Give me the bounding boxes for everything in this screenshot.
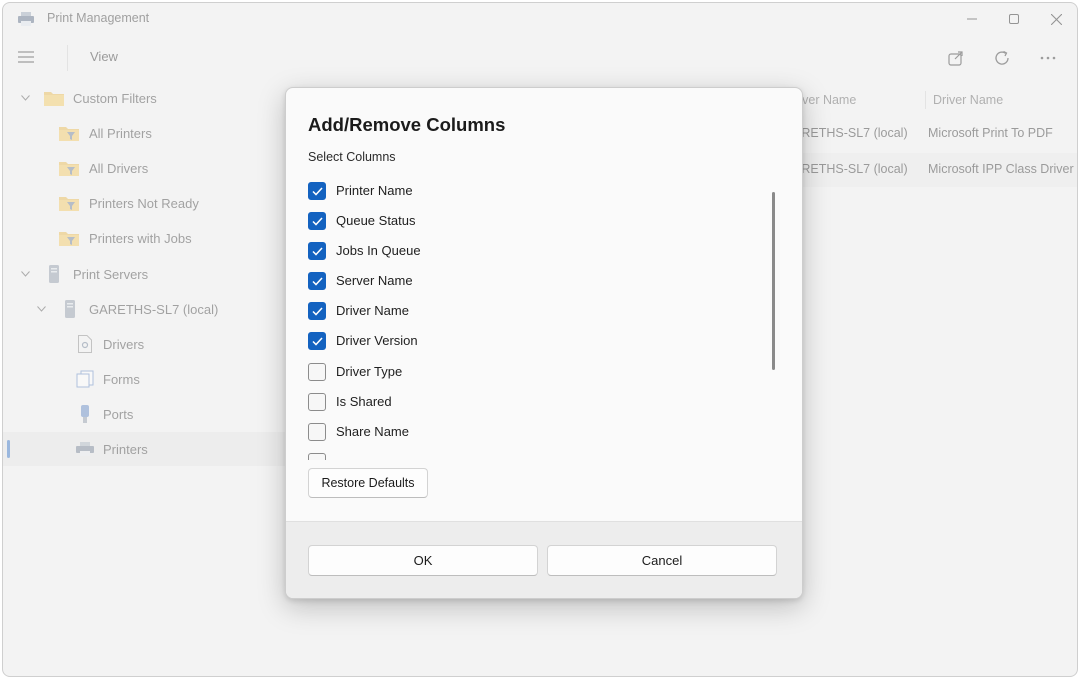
checkbox-unchecked-icon[interactable] [308, 363, 326, 381]
dialog-subtitle: Select Columns [308, 150, 396, 164]
view-menu[interactable]: View [90, 49, 118, 64]
tree-item-label: Forms [103, 371, 140, 387]
filter-folder-icon [59, 159, 79, 177]
tree-item-label: Printers Not Ready [89, 195, 199, 211]
checkbox-is-shared[interactable]: Is Shared [306, 387, 746, 417]
checkbox-share-name[interactable]: Share Name [306, 417, 746, 447]
folder-icon [44, 89, 64, 107]
tree-item-forms[interactable]: Forms [3, 362, 288, 396]
checkbox-checked-icon[interactable] [308, 302, 326, 320]
checkbox-label: Jobs In Queue [336, 243, 421, 258]
checkbox-printer-name[interactable]: Printer Name [306, 176, 746, 206]
tree-item-custom-filters[interactable]: Custom Filters [3, 81, 288, 115]
forms-icon [75, 370, 95, 388]
chevron-down-icon[interactable] [35, 303, 47, 315]
printer-app-icon [18, 12, 34, 26]
cancel-button[interactable]: Cancel [547, 545, 777, 576]
tree-item-printers-not-ready[interactable]: Printers Not Ready [3, 186, 288, 220]
tree-item-label: Custom Filters [73, 90, 157, 106]
export-list-icon[interactable] [943, 45, 969, 71]
refresh-icon[interactable] [989, 45, 1015, 71]
checkbox-jobs-in-queue[interactable]: Jobs In Queue [306, 236, 746, 266]
command-separator [67, 45, 68, 71]
title-bar: Print Management [3, 3, 1077, 35]
checkbox-label: Driver Name [336, 303, 409, 318]
cell-driver-name: Microsoft Print To PDF [928, 126, 1053, 140]
driver-icon [75, 335, 95, 353]
add-remove-columns-dialog: Add/Remove Columns Select Columns Printe… [285, 87, 803, 599]
restore-defaults-button[interactable]: Restore Defaults [308, 468, 428, 498]
checkbox-driver-name[interactable]: Driver Name [306, 296, 746, 326]
tree-item-label: Print Servers [73, 266, 149, 282]
checkbox-server-name[interactable]: Server Name [306, 266, 746, 296]
server-icon [44, 265, 64, 283]
window-title: Print Management [47, 11, 150, 25]
more-options-icon[interactable] [1035, 45, 1061, 71]
minimize-button[interactable] [951, 6, 993, 32]
tree-item-label: Printers with Jobs [89, 230, 192, 246]
checkbox-label: Driver Type [336, 364, 403, 379]
checkbox-checked-icon[interactable] [308, 332, 326, 350]
list-scrollbar[interactable] [772, 192, 775, 370]
column-divider[interactable] [925, 91, 926, 109]
print-management-window: Print Management View Custom Filters All… [2, 2, 1078, 677]
checkbox-unchecked-icon[interactable] [308, 423, 326, 441]
tree-item-label: Printers [103, 441, 148, 457]
tree-item-label: All Printers [89, 125, 152, 141]
filter-folder-icon [59, 124, 79, 142]
tree-item-label: Drivers [103, 336, 145, 352]
server-icon [60, 300, 80, 318]
checkbox-label: Printer Name [336, 183, 413, 198]
printer-icon [75, 440, 95, 458]
tree-item-local-server[interactable]: GARETHS-SL7 (local) [3, 292, 288, 326]
tree-item-ports[interactable]: Ports [3, 397, 288, 431]
ok-button[interactable]: OK [308, 545, 538, 576]
maximize-button[interactable] [993, 6, 1035, 32]
tree-item-printers[interactable]: Printers [3, 432, 288, 466]
checkbox-driver-type[interactable]: Driver Type [306, 357, 746, 387]
checkbox-label: Driver Version [336, 333, 418, 348]
tree-item-print-servers[interactable]: Print Servers [3, 257, 288, 291]
dialog-title: Add/Remove Columns [308, 114, 506, 135]
filter-folder-icon [59, 194, 79, 212]
tree-item-drivers[interactable]: Drivers [3, 327, 288, 361]
column-header-driver-name[interactable]: Driver Name [933, 85, 1003, 115]
checkbox-unchecked-icon[interactable] [308, 393, 326, 411]
tree-item-label: GARETHS-SL7 (local) [89, 301, 219, 317]
column-checkbox-list: Printer Name Queue Status Jobs In Queue … [306, 176, 756, 460]
checkbox-label: Server Name [336, 273, 413, 288]
navigation-tree: Custom Filters All Printers All Drivers … [3, 79, 288, 479]
chevron-down-icon[interactable] [19, 92, 31, 104]
checkbox-driver-version[interactable]: Driver Version [306, 326, 746, 356]
command-bar: View [3, 37, 1077, 77]
close-button[interactable] [1035, 6, 1077, 32]
tree-item-all-printers[interactable]: All Printers [3, 116, 288, 150]
hamburger-menu-icon[interactable] [15, 46, 37, 68]
checkbox-checked-icon[interactable] [308, 212, 326, 230]
tree-item-label: All Drivers [89, 160, 149, 176]
cell-driver-name: Microsoft IPP Class Driver [928, 162, 1074, 176]
chevron-down-icon[interactable] [19, 268, 31, 280]
filter-folder-icon [59, 229, 79, 247]
cell-server-name: ARETHS-SL7 (local) [793, 126, 908, 140]
checkbox-label: Share Name [336, 424, 409, 439]
checkbox-unchecked-icon[interactable] [308, 453, 326, 460]
cell-server-name: ARETHS-SL7 (local) [793, 162, 908, 176]
checkbox-partially-visible[interactable] [306, 447, 746, 460]
dialog-footer: OK Cancel [286, 521, 802, 598]
tree-item-printers-with-jobs[interactable]: Printers with Jobs [3, 221, 288, 255]
checkbox-checked-icon[interactable] [308, 272, 326, 290]
tree-item-label: Ports [103, 406, 134, 422]
tree-item-all-drivers[interactable]: All Drivers [3, 151, 288, 185]
checkbox-checked-icon[interactable] [308, 182, 326, 200]
checkbox-queue-status[interactable]: Queue Status [306, 206, 746, 236]
checkbox-label: Is Shared [336, 394, 392, 409]
checkbox-checked-icon[interactable] [308, 242, 326, 260]
port-icon [75, 405, 95, 423]
checkbox-label: Queue Status [336, 213, 416, 228]
